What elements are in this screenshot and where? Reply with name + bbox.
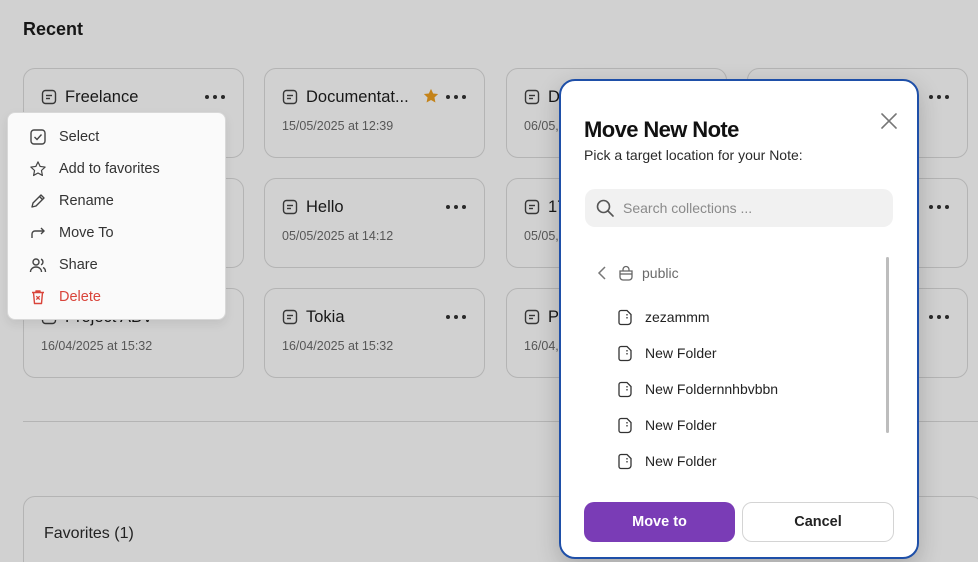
folder-label: New Folder — [645, 345, 717, 361]
close-icon[interactable] — [879, 111, 899, 131]
folder-item[interactable]: zezammm — [617, 307, 710, 327]
folder-scrollbar[interactable] — [886, 257, 889, 433]
menu-item-label: Share — [59, 257, 98, 273]
breadcrumb-label[interactable]: public — [642, 265, 679, 281]
folder-item[interactable]: New Folder — [617, 343, 717, 363]
folder-label: New Folder — [645, 453, 717, 469]
cancel-button[interactable]: Cancel — [742, 502, 894, 542]
breadcrumb: public — [597, 263, 679, 283]
folder-icon — [617, 416, 635, 434]
search-collections[interactable] — [585, 189, 893, 227]
star-outline-icon — [29, 160, 47, 178]
trash-icon — [29, 288, 47, 306]
folder-label: New Folder — [645, 417, 717, 433]
pencil-icon — [29, 192, 47, 210]
folder-icon — [617, 452, 635, 470]
move-note-dialog: Move New Note Pick a target location for… — [559, 79, 919, 559]
menu-item-label: Add to favorites — [59, 161, 160, 177]
menu-item-delete[interactable]: Delete — [29, 287, 101, 307]
dialog-title: Move New Note — [584, 117, 739, 142]
users-icon — [29, 256, 47, 274]
context-menu: Select Add to favorites Rename Move To S… — [7, 112, 226, 320]
folder-item[interactable]: New Folder — [617, 451, 717, 471]
search-icon — [595, 198, 615, 218]
folder-icon — [617, 380, 635, 398]
menu-item-move-to[interactable]: Move To — [29, 223, 114, 243]
folder-label: zezammm — [645, 309, 710, 325]
menu-item-share[interactable]: Share — [29, 255, 98, 275]
checkbox-icon — [29, 128, 47, 146]
menu-item-label: Rename — [59, 193, 114, 209]
scrollbar-thumb[interactable] — [886, 257, 889, 433]
menu-item-label: Delete — [59, 289, 101, 305]
chevron-left-icon[interactable] — [597, 266, 607, 280]
dialog-subtitle: Pick a target location for your Note: — [584, 147, 803, 163]
search-input[interactable] — [623, 200, 873, 216]
menu-item-label: Select — [59, 129, 100, 145]
folder-item[interactable]: New Folder — [617, 415, 717, 435]
move-arrow-icon — [29, 224, 47, 242]
folder-icon — [617, 344, 635, 362]
menu-item-rename[interactable]: Rename — [29, 191, 114, 211]
menu-item-add-favorites[interactable]: Add to favorites — [29, 159, 160, 179]
folder-label: New Foldernnhbvbbn — [645, 381, 779, 397]
collection-icon — [617, 264, 635, 282]
move-to-button[interactable]: Move to — [584, 502, 735, 542]
menu-item-select[interactable]: Select — [29, 127, 99, 147]
folder-icon — [617, 308, 635, 326]
menu-item-label: Move To — [59, 225, 114, 241]
folder-item[interactable]: New Foldernnhbvbbn — [617, 379, 778, 399]
